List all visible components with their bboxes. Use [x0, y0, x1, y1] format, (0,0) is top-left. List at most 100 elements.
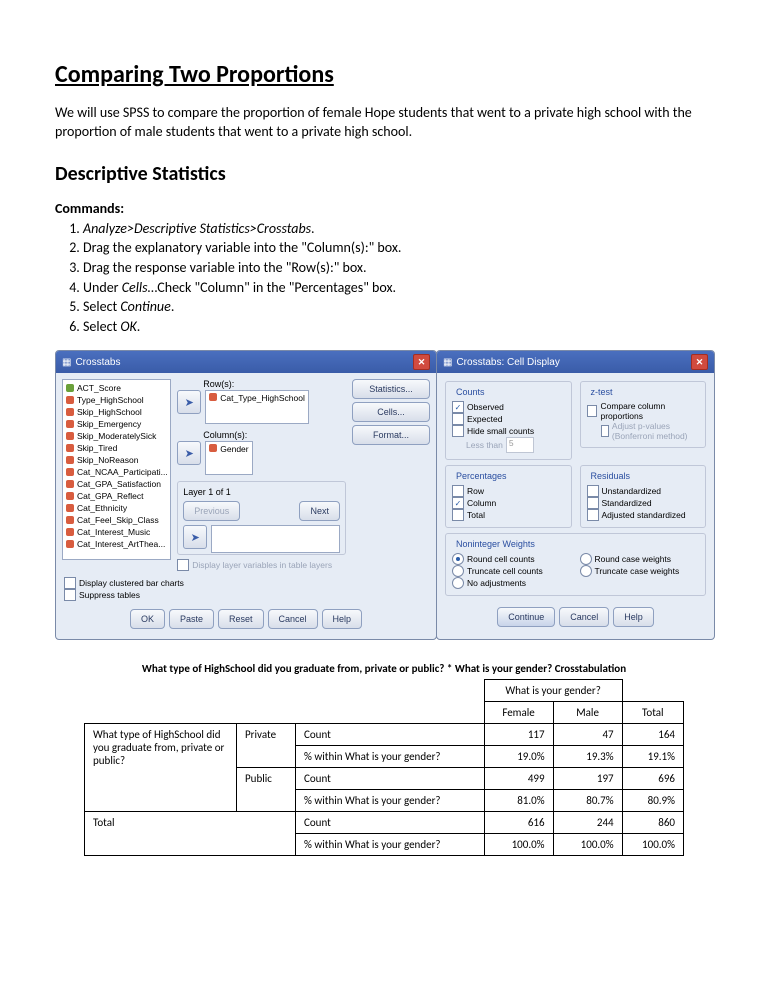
display-layer-vars-check: Display layer variables in table layers [177, 559, 346, 571]
cols-box[interactable]: Gender [205, 441, 252, 475]
cell: 100.0% [484, 834, 553, 856]
unstd-check[interactable]: Unstandardized [587, 485, 700, 497]
hide-small-check[interactable]: Hide small counts [452, 425, 565, 437]
close-icon[interactable]: ✕ [413, 354, 430, 370]
ztest-group: z-test Compare column proportions Adjust… [580, 381, 707, 448]
row-pct-check[interactable]: Row [452, 485, 565, 497]
cancel-button[interactable]: Cancel [268, 609, 318, 629]
variable-item[interactable]: Cat_GPA_Satisfaction [66, 478, 167, 490]
page-title: Comparing Two Proportions [55, 60, 713, 89]
rows-box[interactable]: Cat_Type_HighSchool [205, 390, 309, 424]
count-label: Count [296, 768, 484, 790]
variable-list[interactable]: ACT_ScoreType_HighSchoolSkip_HighSchoolS… [62, 379, 171, 560]
variable-item[interactable]: Cat_GPA_Reflect [66, 490, 167, 502]
variable-item[interactable]: Cat_Interest_ArtThea... [66, 538, 167, 550]
move-to-rows-button[interactable]: ➤ [177, 390, 201, 414]
close-icon[interactable]: ✕ [691, 354, 708, 370]
command-item: Drag the response variable into the "Row… [83, 258, 713, 278]
variable-item[interactable]: Cat_Ethnicity [66, 502, 167, 514]
cells-button[interactable]: Cells... [352, 402, 430, 422]
std-check[interactable]: Standardized [587, 497, 700, 509]
variable-item[interactable]: Skip_ModeratelySick [66, 430, 167, 442]
layer-label: Layer 1 of 1 [183, 487, 340, 497]
dialog-title: Crosstabs [75, 357, 120, 368]
help-button[interactable]: Help [322, 609, 363, 629]
round-case-radio[interactable]: Round case weights [580, 553, 700, 565]
residuals-label: Residuals [589, 471, 633, 481]
no-adj-radio[interactable]: No adjustments [452, 577, 572, 589]
variable-item[interactable]: Skip_NoReason [66, 454, 167, 466]
reset-button[interactable]: Reset [218, 609, 264, 629]
variable-name: Type_HighSchool [77, 394, 144, 406]
variable-icon [66, 528, 74, 536]
residuals-group: Residuals Unstandardized Standardized Ad… [580, 465, 707, 528]
layer-input[interactable] [211, 525, 340, 553]
variable-item[interactable]: Cat_NCAA_Participati... [66, 466, 167, 478]
cell: 19.1% [622, 746, 683, 768]
cell: 100.0% [622, 834, 683, 856]
cell: 164 [622, 724, 683, 746]
compare-cols-check[interactable]: Compare column proportions [587, 401, 700, 421]
variable-icon [66, 504, 74, 512]
command-item: Analyze>Descriptive Statistics>Crosstabs… [83, 219, 713, 239]
variable-item[interactable]: Cat_Interest_Music [66, 526, 167, 538]
variable-name: Cat_Interest_Music [77, 526, 150, 538]
expected-check[interactable]: Expected [452, 413, 565, 425]
total-pct-check[interactable]: Total [452, 509, 565, 521]
table-title: What type of HighSchool did you graduate… [55, 662, 713, 675]
percentages-label: Percentages [454, 471, 509, 481]
variable-item[interactable]: Skip_Emergency [66, 418, 167, 430]
crosstab-table: What is your gender? Female Male Total W… [84, 679, 684, 856]
help-button[interactable]: Help [613, 607, 654, 627]
command-item: Under Cells…Check "Column" in the "Perce… [83, 278, 713, 298]
move-to-cols-button[interactable]: ➤ [177, 441, 201, 465]
commands-label: Commands: [55, 200, 713, 217]
variable-icon [66, 516, 74, 524]
variable-name: Cat_GPA_Satisfaction [77, 478, 161, 490]
variable-name: Skip_Emergency [77, 418, 141, 430]
cell: 696 [622, 768, 683, 790]
dialog-title: Crosstabs: Cell Display [456, 357, 559, 368]
less-than-input: 5 [506, 437, 534, 453]
weights-group: Noninteger Weights Round cell counts Tru… [445, 533, 706, 596]
suppress-tables-check[interactable]: Suppress tables [64, 589, 428, 601]
next-button[interactable]: Next [299, 501, 340, 521]
cell: 19.3% [553, 746, 622, 768]
ok-button[interactable]: OK [130, 609, 165, 629]
variable-icon [66, 444, 74, 452]
previous-button[interactable]: Previous [183, 501, 240, 521]
adj-std-check[interactable]: Adjusted standardized [587, 509, 700, 521]
variable-name: Cat_Feel_Skip_Class [77, 514, 159, 526]
counts-group: Counts ✓Observed Expected Hide small cou… [445, 381, 572, 460]
col-male: Male [553, 702, 622, 724]
variable-item[interactable]: ACT_Score [66, 382, 167, 394]
observed-check[interactable]: ✓Observed [452, 401, 565, 413]
cell: 244 [553, 812, 622, 834]
trunc-cell-radio[interactable]: Truncate cell counts [452, 565, 572, 577]
paste-button[interactable]: Paste [169, 609, 214, 629]
command-item: Select OK. [83, 317, 713, 337]
variable-item[interactable]: Skip_Tired [66, 442, 167, 454]
cell-display-dialog: ▦ Crosstabs: Cell Display ✕ Counts ✓Obse… [436, 350, 715, 640]
move-to-layer-button[interactable]: ➤ [183, 525, 207, 549]
variable-item[interactable]: Skip_HighSchool [66, 406, 167, 418]
format-button[interactable]: Format... [352, 425, 430, 445]
cancel-button[interactable]: Cancel [559, 607, 609, 627]
continue-button[interactable]: Continue [497, 607, 555, 627]
cell: 616 [484, 812, 553, 834]
column-pct-check[interactable]: ✓Column [452, 497, 565, 509]
round-cell-radio[interactable]: Round cell counts [452, 553, 572, 565]
variable-item[interactable]: Type_HighSchool [66, 394, 167, 406]
count-label: Count [296, 724, 484, 746]
app-icon: ▦ [62, 357, 71, 368]
variable-item[interactable]: Cat_Feel_Skip_Class [66, 514, 167, 526]
trunc-case-radio[interactable]: Truncate case weights [580, 565, 700, 577]
counts-label: Counts [454, 387, 487, 397]
cell: 47 [553, 724, 622, 746]
ztest-label: z-test [589, 387, 615, 397]
statistics-button[interactable]: Statistics... [352, 379, 430, 399]
clustered-bar-check[interactable]: Display clustered bar charts [64, 577, 428, 589]
cell: 860 [622, 812, 683, 834]
variable-name: ACT_Score [77, 382, 121, 394]
variable-icon [66, 420, 74, 428]
